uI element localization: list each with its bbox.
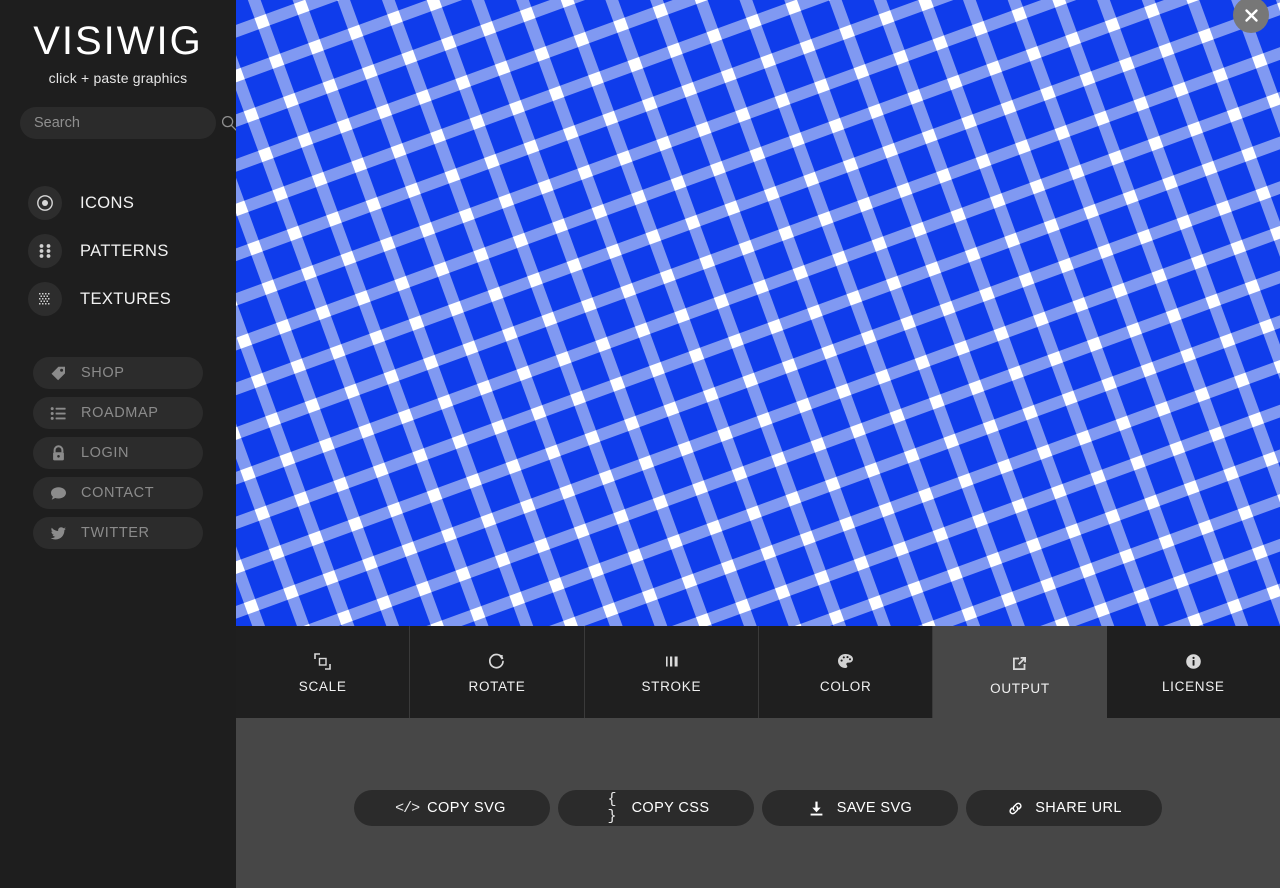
app-tagline: click + paste graphics xyxy=(0,70,236,86)
stroke-bars-icon xyxy=(662,650,681,672)
copy-css-label: COPY CSS xyxy=(632,800,710,816)
external-link-icon xyxy=(1010,652,1029,674)
sidebar-item-twitter[interactable]: TWITTER xyxy=(33,517,203,549)
plaid-svg xyxy=(236,0,1280,626)
link-chain-icon xyxy=(1006,799,1024,817)
copy-svg-button[interactable]: </> COPY SVG xyxy=(354,790,550,826)
sidebar-item-label: PATTERNS xyxy=(80,242,169,261)
curly-braces-icon: { } xyxy=(603,799,621,817)
copy-css-button[interactable]: { } COPY CSS xyxy=(558,790,754,826)
output-actions: </> COPY SVG { } COPY CSS xyxy=(236,790,1280,826)
target-circle-icon xyxy=(28,186,62,220)
main-area: SCALE ROTATE xyxy=(236,0,1280,888)
sidebar-item-label: ROADMAP xyxy=(81,405,159,421)
gingham-plaid-graphic xyxy=(236,0,1280,626)
sidebar-item-textures[interactable]: TEXTURES xyxy=(0,275,236,323)
sidebar-item-label: LOGIN xyxy=(81,445,129,461)
save-svg-button[interactable]: SAVE SVG xyxy=(762,790,958,826)
tab-license[interactable]: LICENSE xyxy=(1107,626,1280,718)
info-circle-icon xyxy=(1184,650,1203,672)
share-url-label: SHARE URL xyxy=(1035,800,1122,816)
share-url-button[interactable]: SHARE URL xyxy=(966,790,1162,826)
tag-icon xyxy=(49,364,67,382)
app-logo: VISIWIG xyxy=(0,18,236,64)
tab-label: COLOR xyxy=(820,679,872,694)
search-icon xyxy=(221,115,237,131)
close-icon xyxy=(1244,8,1259,23)
dotted-texture-icon xyxy=(28,282,62,316)
primary-nav: ICONS PATTERNS xyxy=(0,179,236,323)
tab-color[interactable]: COLOR xyxy=(759,626,933,718)
search-box[interactable] xyxy=(20,107,216,139)
lock-icon xyxy=(49,444,67,462)
tab-scale[interactable]: SCALE xyxy=(236,626,410,718)
output-panel: </> COPY SVG { } COPY CSS xyxy=(236,722,1280,888)
pattern-preview[interactable] xyxy=(236,0,1280,626)
tab-stroke[interactable]: STROKE xyxy=(585,626,759,718)
sidebar-item-label: ICONS xyxy=(80,194,134,213)
search-input[interactable] xyxy=(34,115,221,131)
sidebar-item-label: TEXTURES xyxy=(80,290,171,309)
secondary-nav: SHOP ROADMAP xyxy=(0,357,236,549)
sidebar-item-shop[interactable]: SHOP xyxy=(33,357,203,389)
sidebar-item-login[interactable]: LOGIN xyxy=(33,437,203,469)
sidebar-item-roadmap[interactable]: ROADMAP xyxy=(33,397,203,429)
rotate-arrow-icon xyxy=(487,650,506,672)
code-brackets-icon: </> xyxy=(398,799,416,817)
tab-label: ROTATE xyxy=(469,679,526,694)
save-svg-label: SAVE SVG xyxy=(837,800,912,816)
twitter-bird-icon xyxy=(49,524,67,542)
scale-corners-icon xyxy=(313,650,332,672)
tab-output[interactable]: OUTPUT xyxy=(933,626,1106,722)
dots-grid-icon xyxy=(28,234,62,268)
sidebar-item-icons[interactable]: ICONS xyxy=(0,179,236,227)
visiwig-app: VISIWIG click + paste graphics ICONS xyxy=(0,0,1280,888)
tab-label: SCALE xyxy=(299,679,347,694)
tab-label: OUTPUT xyxy=(990,681,1050,696)
tool-tabs: SCALE ROTATE xyxy=(236,626,1280,722)
list-icon xyxy=(49,404,67,422)
sidebar-item-patterns[interactable]: PATTERNS xyxy=(0,227,236,275)
sidebar-item-contact[interactable]: CONTACT xyxy=(33,477,203,509)
sidebar-item-label: TWITTER xyxy=(81,525,150,541)
tab-label: LICENSE xyxy=(1162,679,1225,694)
sidebar-item-label: CONTACT xyxy=(81,485,154,501)
speech-bubble-icon xyxy=(49,484,67,502)
palette-icon xyxy=(836,650,855,672)
sidebar: VISIWIG click + paste graphics ICONS xyxy=(0,0,236,888)
sidebar-item-label: SHOP xyxy=(81,365,125,381)
download-icon xyxy=(808,799,826,817)
tab-rotate[interactable]: ROTATE xyxy=(410,626,584,718)
copy-svg-label: COPY SVG xyxy=(427,800,506,816)
tab-label: STROKE xyxy=(641,679,701,694)
code-brackets-glyph: </> xyxy=(395,800,419,817)
curly-braces-glyph: { } xyxy=(603,791,621,825)
